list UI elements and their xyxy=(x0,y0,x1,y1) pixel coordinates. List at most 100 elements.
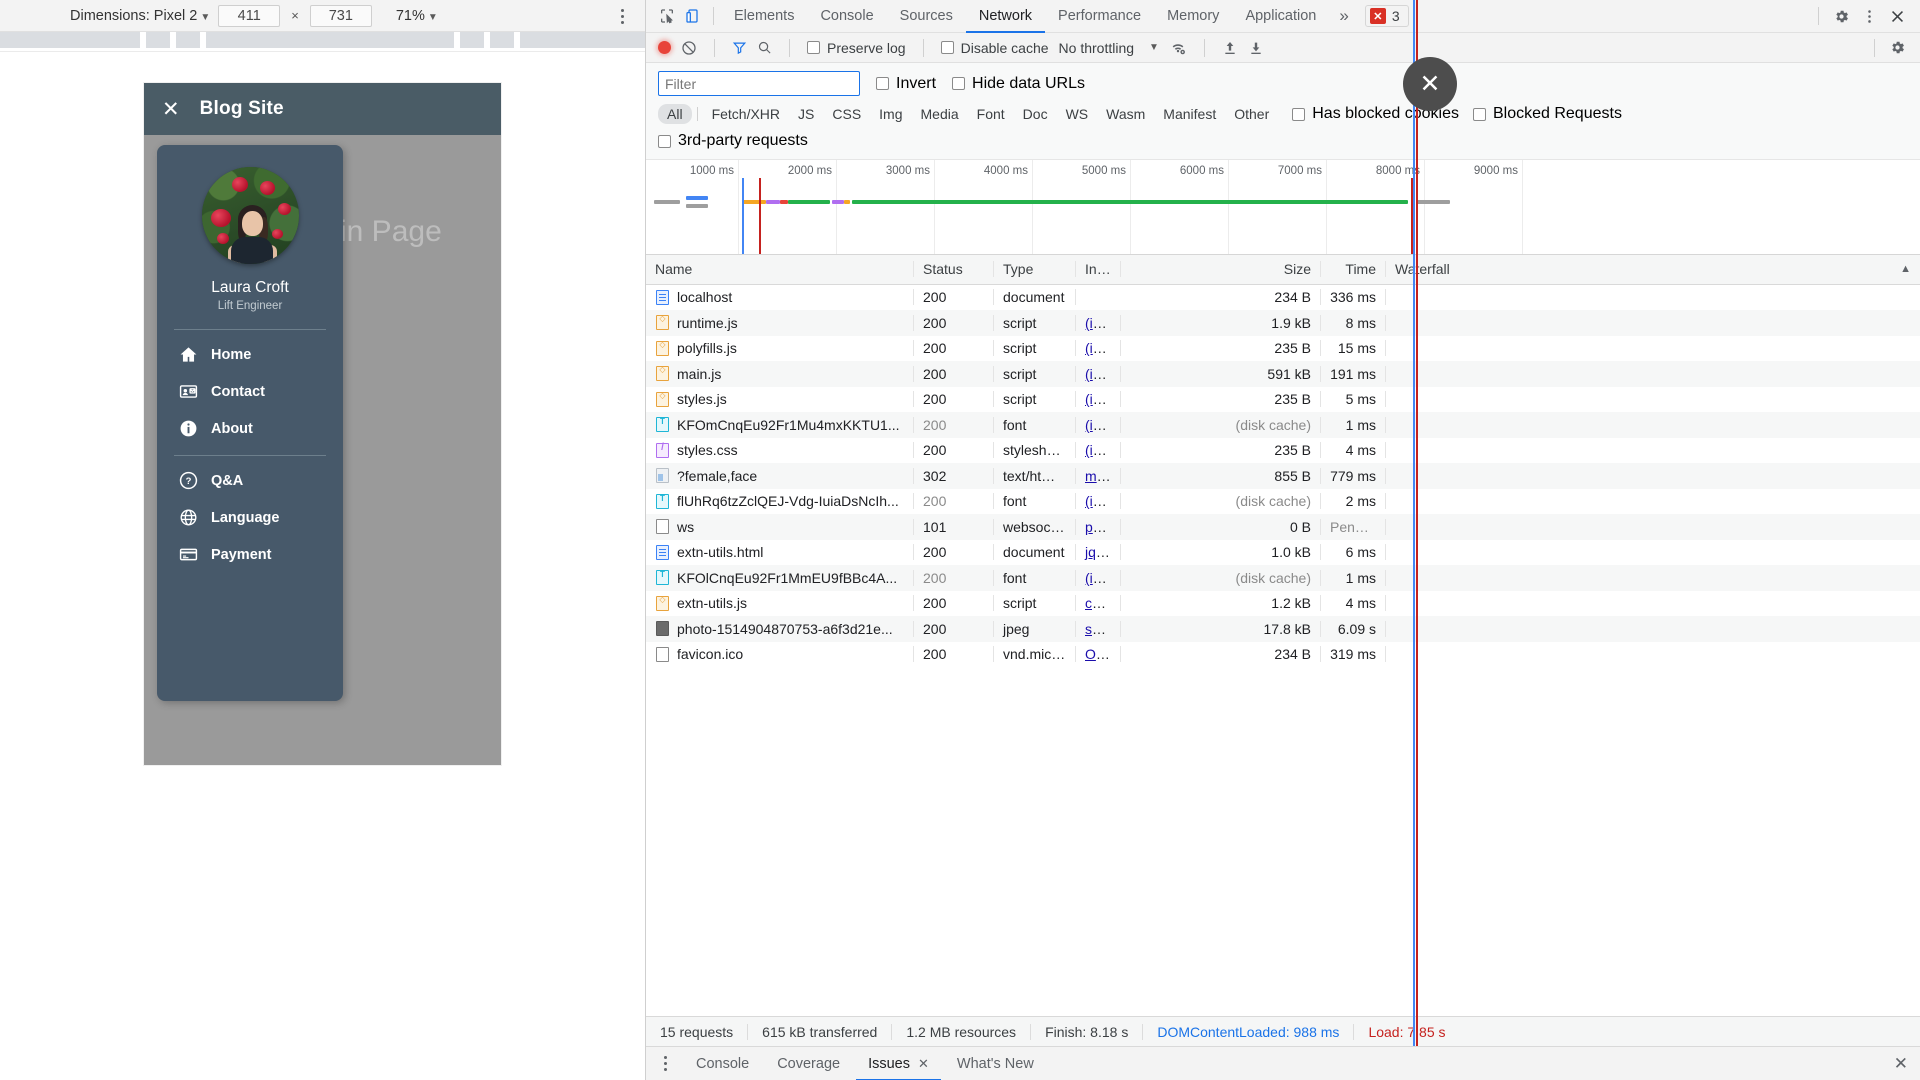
request-initiator[interactable]: jqu... xyxy=(1076,544,1121,561)
table-row[interactable]: extn-utils.js 200script chr... 1.2 kB4 ms xyxy=(646,591,1920,617)
initiator-link[interactable]: (in... xyxy=(1085,570,1112,586)
table-row[interactable]: flUhRq6tzZclQEJ-Vdg-IuiaDsNcIh... 200font… xyxy=(646,489,1920,515)
table-row[interactable]: photo-1514904870753-a6f3d21e... 200 jpeg so… xyxy=(646,616,1920,642)
device-height-input[interactable] xyxy=(309,4,372,27)
nav-item-about[interactable]: About xyxy=(179,419,343,438)
throttling-selector[interactable]: No throttling ▼ xyxy=(1059,40,1159,56)
table-row[interactable]: polyfills.js 200script (in... 235 B15 ms xyxy=(646,336,1920,362)
network-conditions-icon[interactable] xyxy=(1169,40,1187,56)
type-filter-manifest[interactable]: Manifest xyxy=(1154,104,1225,124)
type-filter-ws[interactable]: WS xyxy=(1057,104,1098,124)
more-tabs-button[interactable]: » xyxy=(1329,6,1358,26)
drawer-tab-coverage[interactable]: Coverage xyxy=(765,1047,852,1080)
drawer-more-options-button[interactable] xyxy=(656,1056,674,1071)
initiator-link[interactable]: (in... xyxy=(1085,391,1112,407)
table-row[interactable]: styles.js 200script (in... 235 B5 ms xyxy=(646,387,1920,413)
type-filter-font[interactable]: Font xyxy=(968,104,1014,124)
device-width-input[interactable] xyxy=(218,4,281,27)
device-more-options-button[interactable] xyxy=(613,6,631,26)
preserve-log-checkbox[interactable]: Preserve log xyxy=(807,40,906,56)
filter-funnel-icon[interactable] xyxy=(732,40,747,55)
more-vertical-icon[interactable] xyxy=(1856,3,1882,29)
type-filter-js[interactable]: JS xyxy=(789,104,823,124)
initiator-link[interactable]: (in... xyxy=(1085,315,1112,331)
initiator-link[interactable]: (in... xyxy=(1085,442,1112,458)
nav-item-contact[interactable]: Contact xyxy=(179,382,343,401)
initiator-link[interactable]: chr... xyxy=(1085,595,1115,611)
column-header-size[interactable]: Size xyxy=(1121,261,1321,277)
filter-input[interactable] xyxy=(658,71,860,96)
column-header-time[interactable]: Time xyxy=(1321,261,1386,277)
device-dimensions-selector[interactable]: Dimensions: Pixel 2 ▼ xyxy=(70,8,210,24)
tab-performance[interactable]: Performance xyxy=(1045,0,1154,33)
table-row[interactable]: extn-utils.html 200 document jqu... 1.0 kB 6 … xyxy=(646,540,1920,566)
request-initiator[interactable]: so... xyxy=(1076,620,1121,637)
column-header-type[interactable]: Type xyxy=(994,261,1076,277)
nav-item-home[interactable]: Home xyxy=(179,345,343,364)
type-filter-all[interactable]: All xyxy=(658,104,692,124)
drawer-tab-issues[interactable]: Issues ✕ xyxy=(856,1047,941,1080)
tab-network[interactable]: Network xyxy=(966,0,1045,33)
issues-badge[interactable]: ✕ 3 xyxy=(1364,5,1409,27)
import-har-icon[interactable] xyxy=(1222,40,1238,56)
initiator-link[interactable]: (in... xyxy=(1085,366,1112,382)
table-row[interactable]: KFOlCnqEu92Fr1MmEU9fBBc4A... 200font (in..… xyxy=(646,565,1920,591)
column-header-status[interactable]: Status xyxy=(914,261,994,277)
request-initiator[interactable]: (in... xyxy=(1076,365,1121,382)
table-row[interactable]: KFOmCnqEu92Fr1Mu4mxKKTU1... 200font (in...… xyxy=(646,412,1920,438)
nav-item-qa[interactable]: ? Q&A xyxy=(179,471,343,490)
type-filter-doc[interactable]: Doc xyxy=(1014,104,1057,124)
request-initiator[interactable]: (in... xyxy=(1076,493,1121,510)
inspect-element-icon[interactable] xyxy=(654,3,680,29)
gear-icon[interactable] xyxy=(1828,3,1854,29)
request-initiator[interactable]: pol... xyxy=(1076,518,1121,535)
close-icon[interactable] xyxy=(1884,3,1910,29)
close-drawer-icon[interactable]: ✕ xyxy=(162,99,180,120)
blocked-requests-checkbox[interactable]: Blocked Requests xyxy=(1472,105,1622,123)
column-header-waterfall[interactable]: Waterfall ▲ xyxy=(1386,261,1920,277)
export-har-icon[interactable] xyxy=(1248,40,1264,56)
type-filter-wasm[interactable]: Wasm xyxy=(1097,104,1154,124)
table-row[interactable]: styles.css 200stylesheet (in... 235 B4 ms xyxy=(646,438,1920,464)
table-row[interactable]: ?female,face 302 text/html... ma... 855 B 779… xyxy=(646,463,1920,489)
third-party-requests-checkbox[interactable]: 3rd-party requests xyxy=(658,132,808,150)
request-initiator[interactable]: (in... xyxy=(1076,442,1121,459)
initiator-link[interactable]: Ot... xyxy=(1085,646,1111,662)
table-row[interactable]: runtime.js 200script (in... 1.9 kB8 ms xyxy=(646,310,1920,336)
drawer-tab-whats-new[interactable]: What's New xyxy=(945,1047,1046,1080)
clear-button[interactable] xyxy=(681,40,697,56)
column-header-name[interactable]: Name xyxy=(646,261,914,277)
table-row[interactable]: ws 101 websocket pol... 0 B Pendi... xyxy=(646,514,1920,540)
request-initiator[interactable]: ma... xyxy=(1076,467,1121,484)
close-icon[interactable]: ✕ xyxy=(918,1047,929,1080)
drawer-close-button[interactable]: ✕ xyxy=(1894,1054,1908,1074)
type-filter-img[interactable]: Img xyxy=(870,104,911,124)
tab-console[interactable]: Console xyxy=(807,0,886,33)
drawer-tab-console[interactable]: Console xyxy=(684,1047,761,1080)
network-settings-gear-icon[interactable] xyxy=(1884,35,1910,61)
initiator-link[interactable]: jqu... xyxy=(1085,544,1115,560)
initiator-link[interactable]: so... xyxy=(1085,621,1111,637)
table-row[interactable]: favicon.ico 200 vnd.micr... Ot... 234 B 319 m… xyxy=(646,642,1920,668)
table-row[interactable]: main.js 200script (in... 591 kB191 ms xyxy=(646,361,1920,387)
request-initiator[interactable]: (in... xyxy=(1076,569,1121,586)
network-overview-timeline[interactable]: 1000 ms 2000 ms 3000 ms 4000 ms 5000 ms … xyxy=(646,159,1920,255)
request-initiator[interactable]: (in... xyxy=(1076,391,1121,408)
tab-memory[interactable]: Memory xyxy=(1154,0,1232,33)
disable-cache-checkbox[interactable]: Disable cache xyxy=(940,40,1049,56)
request-initiator[interactable]: (in... xyxy=(1076,314,1121,331)
initiator-link[interactable]: (in... xyxy=(1085,493,1112,509)
nav-item-payment[interactable]: Payment xyxy=(179,545,343,564)
request-initiator[interactable]: chr... xyxy=(1076,595,1121,612)
tab-elements[interactable]: Elements xyxy=(721,0,807,33)
tab-sources[interactable]: Sources xyxy=(887,0,966,33)
record-button[interactable] xyxy=(658,41,671,54)
invert-checkbox[interactable]: Invert xyxy=(876,75,936,93)
request-initiator[interactable]: Ot... xyxy=(1076,646,1121,663)
initiator-link[interactable]: pol... xyxy=(1085,519,1115,535)
nav-item-language[interactable]: Language xyxy=(179,508,343,527)
search-icon[interactable] xyxy=(757,40,772,55)
type-filter-fetch-xhr[interactable]: Fetch/XHR xyxy=(703,104,789,124)
hide-data-urls-checkbox[interactable]: Hide data URLs xyxy=(952,75,1085,93)
request-initiator[interactable]: (in... xyxy=(1076,340,1121,357)
